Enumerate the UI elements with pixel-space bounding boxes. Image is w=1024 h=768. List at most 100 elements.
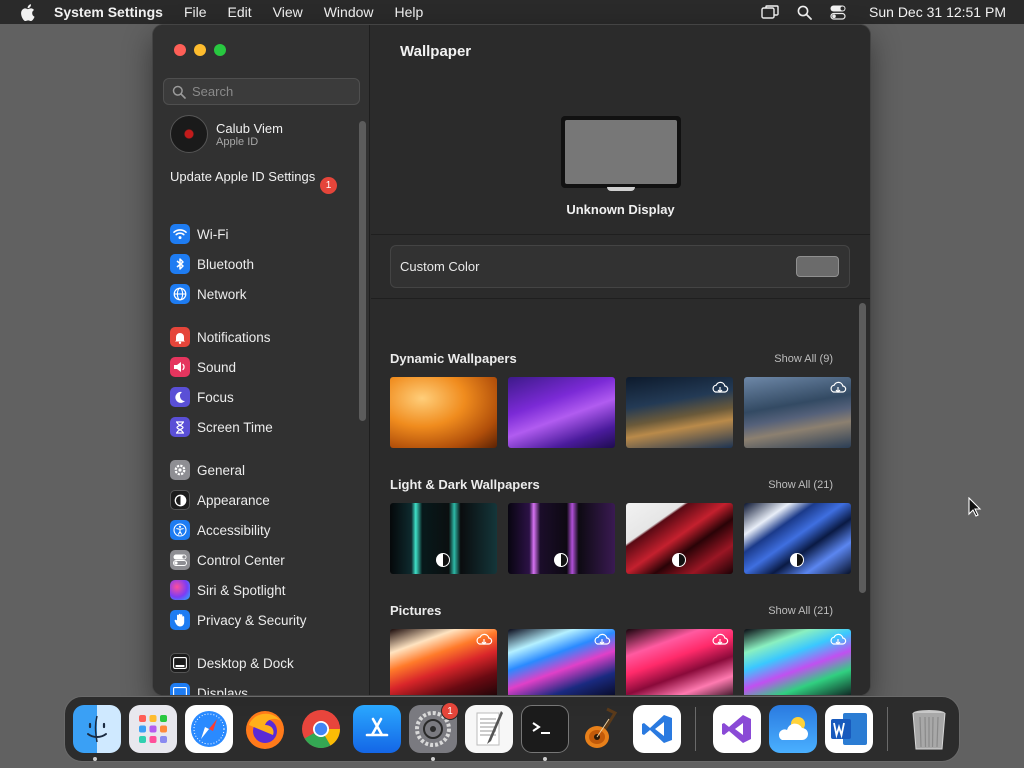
window-controls [174,44,226,56]
search-icon [172,85,186,99]
sidebar-item-wifi[interactable]: Wi-Fi [170,223,228,245]
update-badge: 1 [320,177,337,194]
dock-settings-badge: 1 [441,702,459,720]
menu-edit[interactable]: Edit [228,4,252,20]
search-placeholder: Search [192,84,234,99]
sidebar-item-notifications[interactable]: Notifications [170,326,271,348]
dock-terminal-icon[interactable] [521,705,569,753]
wallpaper-thumbnail-macbook-pro-purple[interactable] [508,503,615,574]
globe-icon [170,284,190,304]
running-indicator [93,757,97,761]
section-title-light-dark: Light & Dark Wallpapers [390,477,540,492]
section-title-pictures: Pictures [390,603,442,618]
display-name-label: Unknown Display [566,202,675,217]
wallpaper-thumbnail-colorful-2[interactable] [508,629,615,695]
wallpaper-thumbnail-macbook-pro-green[interactable] [390,503,497,574]
light-dark-icon [790,553,804,567]
bluetooth-icon [170,254,190,274]
sidebar-item-displays[interactable]: Displays [170,682,248,695]
wifi-icon [170,224,190,244]
spotlight-search-icon[interactable] [795,3,813,21]
sidebar-item-bluetooth[interactable]: Bluetooth [170,253,254,275]
sidebar-item-desktop-dock[interactable]: Desktop & Dock [170,652,294,674]
show-all-pictures-button[interactable]: Show All (21) [768,605,833,617]
sidebar-item-label: Appearance [197,492,270,508]
close-button[interactable] [174,44,186,56]
dock-word-icon[interactable] [825,705,873,753]
sidebar-item-label: Wi-Fi [197,226,229,242]
sidebar-item-network[interactable]: Network [170,283,247,305]
sidebar-item-control-center[interactable]: Control Center [170,549,285,571]
sidebar-item-label: Privacy & Security [197,612,307,628]
sidebar-item-siri-spotlight[interactable]: Siri & Spotlight [170,579,286,601]
sidebar-item-label: General [197,462,246,478]
sidebar-item-accessibility[interactable]: Accessibility [170,519,271,541]
dock-launchpad-icon[interactable] [129,705,177,753]
menu-help[interactable]: Help [395,4,424,20]
dock-chrome-icon[interactable] [297,705,345,753]
dock-vscode-icon[interactable] [633,705,681,753]
wallpaper-thumbnail-big-sur-red[interactable] [626,503,733,574]
sidebar-scrollbar[interactable] [359,121,366,421]
avatar [170,115,208,153]
accessibility-icon [170,520,190,540]
sidebar-item-focus[interactable]: Focus [170,386,234,408]
sidebar-item-privacy-security[interactable]: Privacy & Security [170,609,307,631]
dock-visual-studio-icon[interactable] [713,705,761,753]
sidebar-item-screen-time[interactable]: Screen Time [170,416,273,438]
dock: 1 [64,696,960,762]
dock-app-store-icon[interactable] [353,705,401,753]
section-title-dynamic: Dynamic Wallpapers [390,351,517,366]
sidebar-list[interactable]: Calub Viem Apple ID Update Apple ID Sett… [153,115,370,695]
update-apple-id-item[interactable]: Update Apple ID Settings [170,169,340,185]
wallpaper-thumbnail-colorful-3[interactable] [626,629,733,695]
menu-clock[interactable]: Sun Dec 31 12:51 PM [869,4,1006,20]
dock-weather-icon[interactable] [769,705,817,753]
minimize-button[interactable] [194,44,206,56]
mouse-cursor-icon [968,497,982,517]
wallpaper-thumbnail-colorful-4[interactable] [744,629,851,695]
sidebar: Search Calub Viem Apple ID Update Apple … [153,25,370,695]
profile-subtitle: Apple ID [216,135,259,148]
wallpaper-thumbnail-colorful-1[interactable] [390,629,497,695]
show-all-dynamic-button[interactable]: Show All (9) [774,353,833,365]
menu-app-name[interactable]: System Settings [54,4,163,20]
dock-safari-icon[interactable] [185,705,233,753]
dock-separator [887,707,888,751]
wallpaper-thumbnail-big-sur-blue[interactable] [744,503,851,574]
dock-finder-icon[interactable] [73,705,121,753]
sidebar-item-label: Siri & Spotlight [197,582,286,598]
zoom-button[interactable] [214,44,226,56]
show-all-light-dark-button[interactable]: Show All (21) [768,479,833,491]
menu-file[interactable]: File [184,4,207,20]
cloud-download-icon [712,381,729,393]
sidebar-item-label: Displays [197,685,249,696]
control-center-icon[interactable] [829,3,847,21]
dock-separator [695,707,696,751]
wallpaper-pane: Wallpaper Unknown Display Custom Color D… [371,25,870,695]
dock-trash-icon[interactable] [905,705,953,753]
wallpaper-thumbnail-monterey[interactable] [508,377,615,448]
apple-menu-icon[interactable] [16,1,38,23]
dock-garageband-icon[interactable] [577,705,625,753]
custom-color-well[interactable] [796,256,839,277]
gear-icon [170,460,190,480]
wallpaper-scrollbar[interactable] [859,303,866,593]
wallpaper-thumbnail-ventura[interactable] [390,377,497,448]
sidebar-item-sound[interactable]: Sound [170,356,236,378]
dock-textedit-icon[interactable] [465,705,513,753]
wallpaper-gallery[interactable]: Dynamic Wallpapers Show All (9) Light & … [371,299,853,695]
menu-window[interactable]: Window [324,4,374,20]
display-icon [170,683,190,695]
menu-view[interactable]: View [273,4,303,20]
apple-id-profile[interactable]: Calub Viem Apple ID [170,115,283,153]
light-dark-icon [672,553,686,567]
sidebar-item-appearance[interactable]: Appearance [170,489,270,511]
screen-mirroring-icon[interactable] [761,3,779,21]
wallpaper-thumbnail-catalina-island[interactable] [744,377,851,448]
sidebar-item-general[interactable]: General [170,459,245,481]
dock-firefox-icon[interactable] [241,705,289,753]
search-input[interactable]: Search [163,78,360,105]
wallpaper-thumbnail-catalina-coast[interactable] [626,377,733,448]
light-dark-icon [436,553,450,567]
